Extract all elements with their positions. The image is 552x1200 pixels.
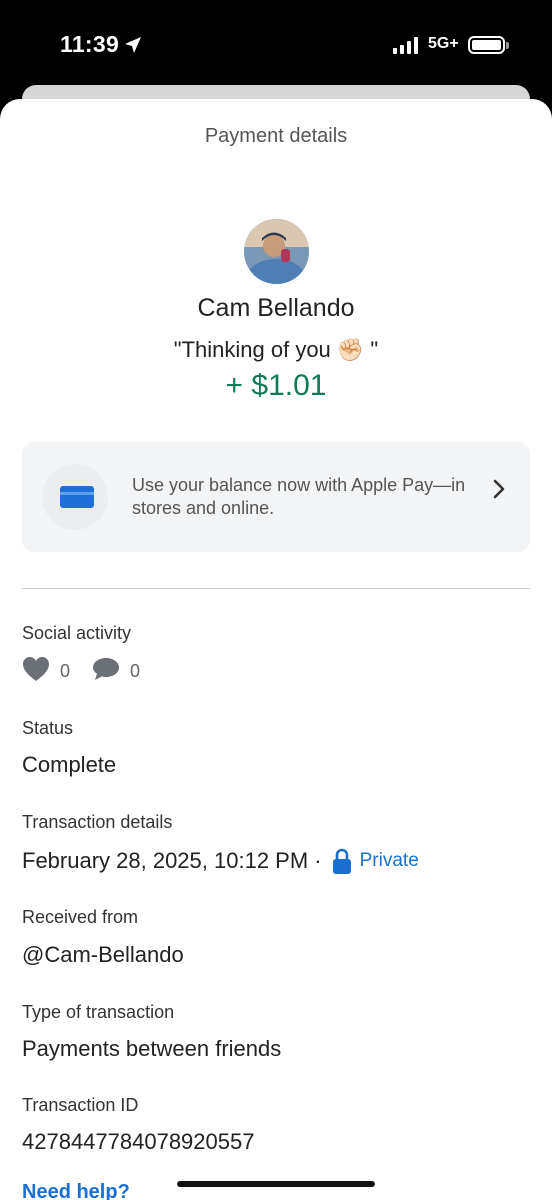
likes-count: 0: [60, 661, 71, 681]
sheet-title: Payment details: [204, 125, 348, 147]
transaction-datetime: February 28, 2025, 10:12 PM ·: [22, 848, 322, 873]
comments-count: 0: [130, 661, 141, 681]
transaction-details-row: February 28, 2025, 10:12 PM · Private: [22, 847, 419, 875]
need-help-link[interactable]: Need help?: [22, 1181, 130, 1200]
battery-cap: [506, 42, 509, 49]
transaction-type-label: Type of transaction: [22, 1002, 175, 1022]
status-time: 11:39: [60, 31, 142, 58]
transaction-id-label: Transaction ID: [22, 1095, 139, 1115]
social-activity: 0 0: [22, 656, 162, 687]
received-from-value[interactable]: @Cam-Bellando: [22, 942, 184, 968]
sender-name: Cam Bellando: [197, 294, 355, 322]
heart-icon[interactable]: [22, 656, 50, 687]
card-icon: [60, 486, 94, 508]
home-indicator[interactable]: [177, 1181, 375, 1187]
status-bar: 11:39 5G+: [0, 0, 552, 92]
privacy-setting[interactable]: Private: [360, 850, 419, 872]
cellular-signal-icon: [393, 37, 418, 54]
status-time-text: 11:39: [60, 31, 120, 57]
transaction-type-value: Payments between friends: [22, 1036, 282, 1061]
location-arrow-icon: [124, 36, 142, 54]
avatar[interactable]: [244, 219, 309, 284]
lock-icon: [332, 847, 352, 875]
comment-icon[interactable]: [92, 656, 120, 687]
social-activity-label: Social activity: [22, 623, 132, 643]
status-value: Complete: [22, 752, 117, 777]
network-type: 5G+: [428, 35, 459, 52]
payment-details-sheet: Payment details Cam Bellando "Thinking o…: [0, 99, 552, 1200]
apple-pay-promo[interactable]: Use your balance now with Apple Pay—in s…: [22, 442, 530, 552]
section-divider: [22, 588, 530, 589]
status-label: Status: [22, 718, 74, 738]
transaction-id-value: 4278447784078920557: [22, 1129, 255, 1154]
payment-note: "Thinking of you ✊🏻 ": [173, 337, 379, 362]
payment-amount: + $1.01: [225, 369, 327, 402]
transaction-details-label: Transaction details: [22, 812, 173, 832]
chevron-right-icon: [492, 478, 506, 505]
battery-icon: [468, 36, 505, 54]
promo-text: Use your balance now with Apple Pay—in s…: [132, 475, 466, 518]
received-from-label: Received from: [22, 907, 139, 927]
